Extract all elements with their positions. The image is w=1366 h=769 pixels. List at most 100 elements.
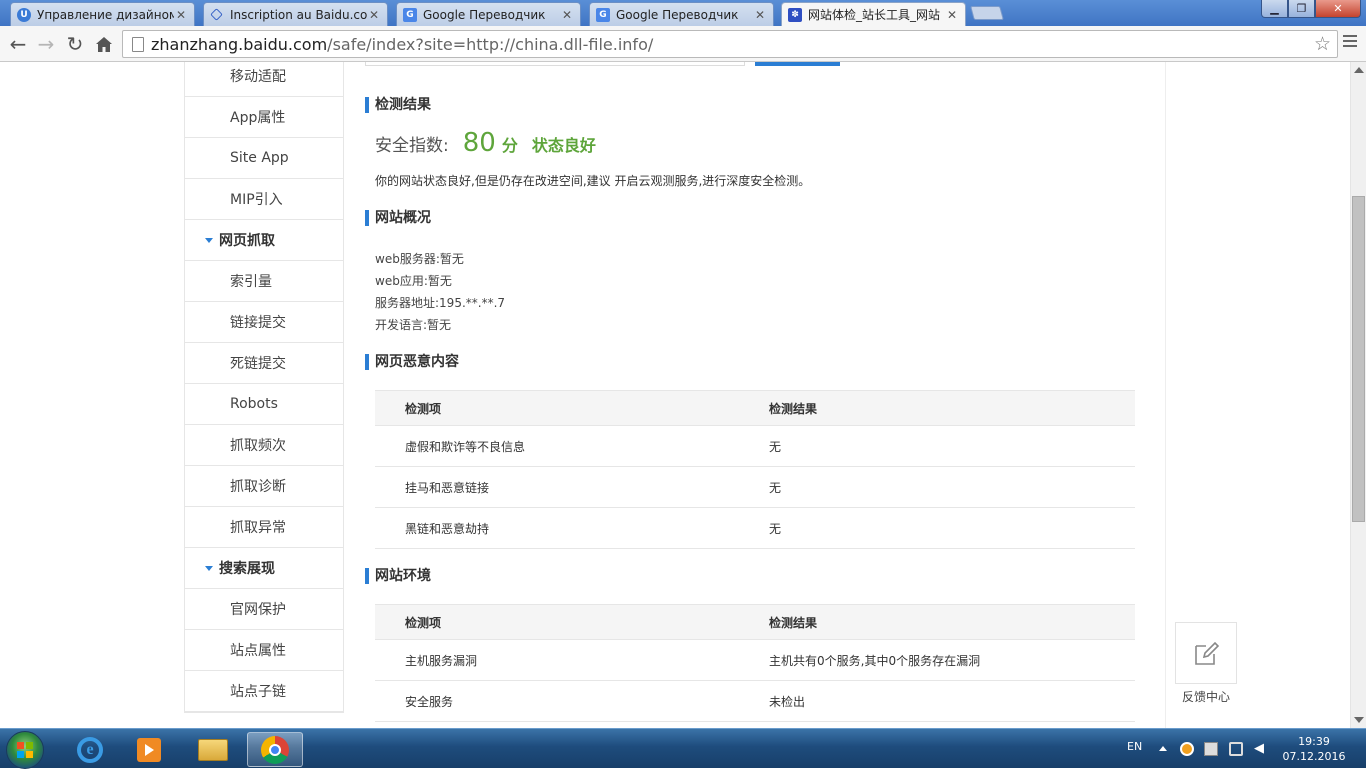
sidebar-item-label: 网页抓取 [219, 233, 275, 249]
baidu-paw-icon: ✽ [788, 7, 802, 22]
scrollbar-thumb[interactable] [1352, 196, 1365, 522]
file-explorer-icon[interactable] [185, 732, 241, 767]
chrome-taskbar-icon[interactable] [247, 732, 303, 767]
forward-arrow-icon[interactable]: → [34, 32, 58, 56]
sidebar-item[interactable]: 链接提交 [185, 302, 343, 343]
sidebar-item[interactable]: 索引量 [185, 261, 343, 302]
close-tab-icon[interactable]: ✕ [753, 8, 767, 22]
close-tab-icon[interactable]: ✕ [945, 8, 959, 22]
sidebar-item-label: 死链提交 [230, 356, 286, 372]
sidebar-item-label: 官网保护 [230, 602, 286, 618]
table-header-row: 检测项 检测结果 [375, 390, 1135, 426]
sidebar-item[interactable]: 抓取诊断 [185, 466, 343, 507]
sidebar-item[interactable]: 站点子链 [185, 671, 343, 712]
internet-explorer-icon[interactable]: e [62, 732, 118, 767]
bookmark-star-icon[interactable]: ☆ [1314, 33, 1331, 55]
sidebar-item[interactable]: 死链提交 [185, 343, 343, 384]
sidebar-group[interactable]: 搜索展现 [185, 548, 343, 589]
tab-title: 网站体检_站长工具_网站 [808, 8, 941, 22]
browser-tab[interactable]: Inscription au Baidu.com, ✕ [203, 2, 388, 26]
malicious-table: 检测项 检测结果 虚假和欺诈等不良信息 无 挂马和恶意链接 无 黑链和恶意劫持 … [375, 390, 1135, 549]
sidebar-item[interactable]: 官网保护 [185, 589, 343, 630]
environment-table: 检测项 检测结果 主机服务漏洞 主机共有0个服务,其中0个服务存在漏洞 安全服务… [375, 604, 1135, 722]
feedback-label: 反馈中心 [1181, 690, 1230, 704]
sidebar-item[interactable]: Robots [185, 384, 343, 425]
tab-title: Inscription au Baidu.com, [230, 7, 367, 22]
maximize-icon[interactable]: ❐ [1288, 0, 1315, 18]
sidebar-item-label: MIP引入 [230, 192, 283, 208]
close-tab-icon[interactable]: ✕ [560, 8, 574, 22]
tab-title: Управление дизайном - [37, 7, 174, 22]
sidebar-item-label: 站点属性 [230, 643, 286, 659]
table-cell: 安全服务 [375, 680, 739, 722]
start-button[interactable] [6, 731, 44, 769]
reload-icon[interactable]: ↻ [63, 32, 87, 56]
overview-list: web服务器:暂无 web应用:暂无 服务器地址:195.**.**.7 开发语… [375, 248, 505, 336]
tab-title: Google Переводчик [616, 7, 739, 22]
status-text: 状态良好 [531, 136, 596, 155]
browser-tabstrip: U Управление дизайном - ✕ Inscription au… [0, 0, 1366, 26]
sidebar-item[interactable]: MIP引入 [185, 179, 343, 220]
table-row: 虚假和欺诈等不良信息 无 [375, 425, 1135, 467]
site-input[interactable] [365, 62, 745, 66]
section-title-environment: 网站环境 [365, 568, 431, 584]
browser-tab[interactable]: G Google Переводчик ✕ [589, 2, 774, 26]
clock-time: 19:39 [1298, 735, 1330, 748]
section-title-overview: 网站概况 [365, 210, 431, 226]
vertical-scrollbar[interactable] [1350, 62, 1366, 728]
back-arrow-icon[interactable]: ← [6, 32, 30, 56]
url-text: zhanzhang.baidu.com/safe/index?site=http… [151, 35, 653, 54]
sidebar-item-label: 站点子链 [230, 684, 286, 700]
language-indicator[interactable]: EN [1127, 740, 1142, 753]
tray-device-icon[interactable] [1204, 742, 1218, 756]
windows-logo-icon [17, 742, 33, 758]
column-header: 检测项 [375, 604, 739, 640]
minimize-icon[interactable]: ▁ [1261, 0, 1288, 18]
show-hidden-icons-icon[interactable] [1159, 746, 1167, 751]
address-bar[interactable]: zhanzhang.baidu.com/safe/index?site=http… [122, 30, 1338, 58]
ucoz-icon: U [17, 7, 31, 22]
sidebar-group[interactable]: 网页抓取 [185, 220, 343, 261]
sidebar-item-label: 索引量 [230, 274, 272, 290]
sidebar-item-label: Robots [230, 396, 278, 412]
score-line: 安全指数: 80 分 状态良好 [375, 128, 596, 158]
browser-tab[interactable]: U Управление дизайном - ✕ [10, 2, 195, 26]
new-tab-button[interactable] [970, 6, 1004, 20]
sidebar-item-label: App属性 [230, 110, 286, 126]
browser-tab[interactable]: G Google Переводчик ✕ [396, 2, 581, 26]
volume-icon[interactable]: ◀ [1254, 742, 1268, 756]
home-icon[interactable] [92, 32, 116, 56]
sidebar-item[interactable]: 抓取异常 [185, 507, 343, 548]
sidebar-item-label: 链接提交 [230, 315, 286, 331]
close-tab-icon[interactable]: ✕ [174, 8, 188, 22]
sidebar-item-label: 移动适配 [230, 69, 286, 85]
column-header: 检测结果 [739, 604, 1135, 640]
clock[interactable]: 19:39 07.12.2016 [1282, 734, 1346, 764]
close-window-icon[interactable]: ✕ [1315, 0, 1361, 18]
check-button[interactable] [755, 62, 840, 66]
google-translate-icon: G [403, 7, 417, 22]
sidebar-item[interactable]: Site App [185, 138, 343, 179]
table-row: 挂马和恶意链接 无 [375, 466, 1135, 508]
sidebar-item[interactable]: App属性 [185, 97, 343, 138]
close-tab-icon[interactable]: ✕ [367, 8, 381, 22]
scroll-down-icon[interactable] [1354, 717, 1364, 723]
sidebar-item[interactable]: 移动适配 [185, 62, 343, 97]
tray-app-icon[interactable] [1180, 742, 1194, 756]
media-player-icon[interactable] [121, 732, 177, 767]
chrome-menu-icon[interactable] [1343, 35, 1357, 50]
sidebar-item[interactable]: 站点属性 [185, 630, 343, 671]
page-icon [132, 36, 144, 52]
overview-line: web应用:暂无 [375, 274, 452, 288]
feedback-button[interactable] [1175, 622, 1237, 684]
table-cell: 无 [739, 425, 1135, 467]
overview-line: web服务器:暂无 [375, 252, 464, 266]
browser-tab-active[interactable]: ✽ 网站体检_站长工具_网站 ✕ [781, 2, 966, 26]
scroll-up-icon[interactable] [1354, 67, 1364, 73]
windows-taskbar: e EN ◀ 19:39 07.12.2016 [0, 728, 1366, 769]
sidebar-item[interactable]: 抓取频次 [185, 425, 343, 466]
table-header-row: 检测项 检测结果 [375, 604, 1135, 640]
network-icon[interactable] [1229, 742, 1243, 756]
column-header: 检测项 [375, 390, 739, 426]
table-cell: 挂马和恶意链接 [375, 466, 739, 508]
